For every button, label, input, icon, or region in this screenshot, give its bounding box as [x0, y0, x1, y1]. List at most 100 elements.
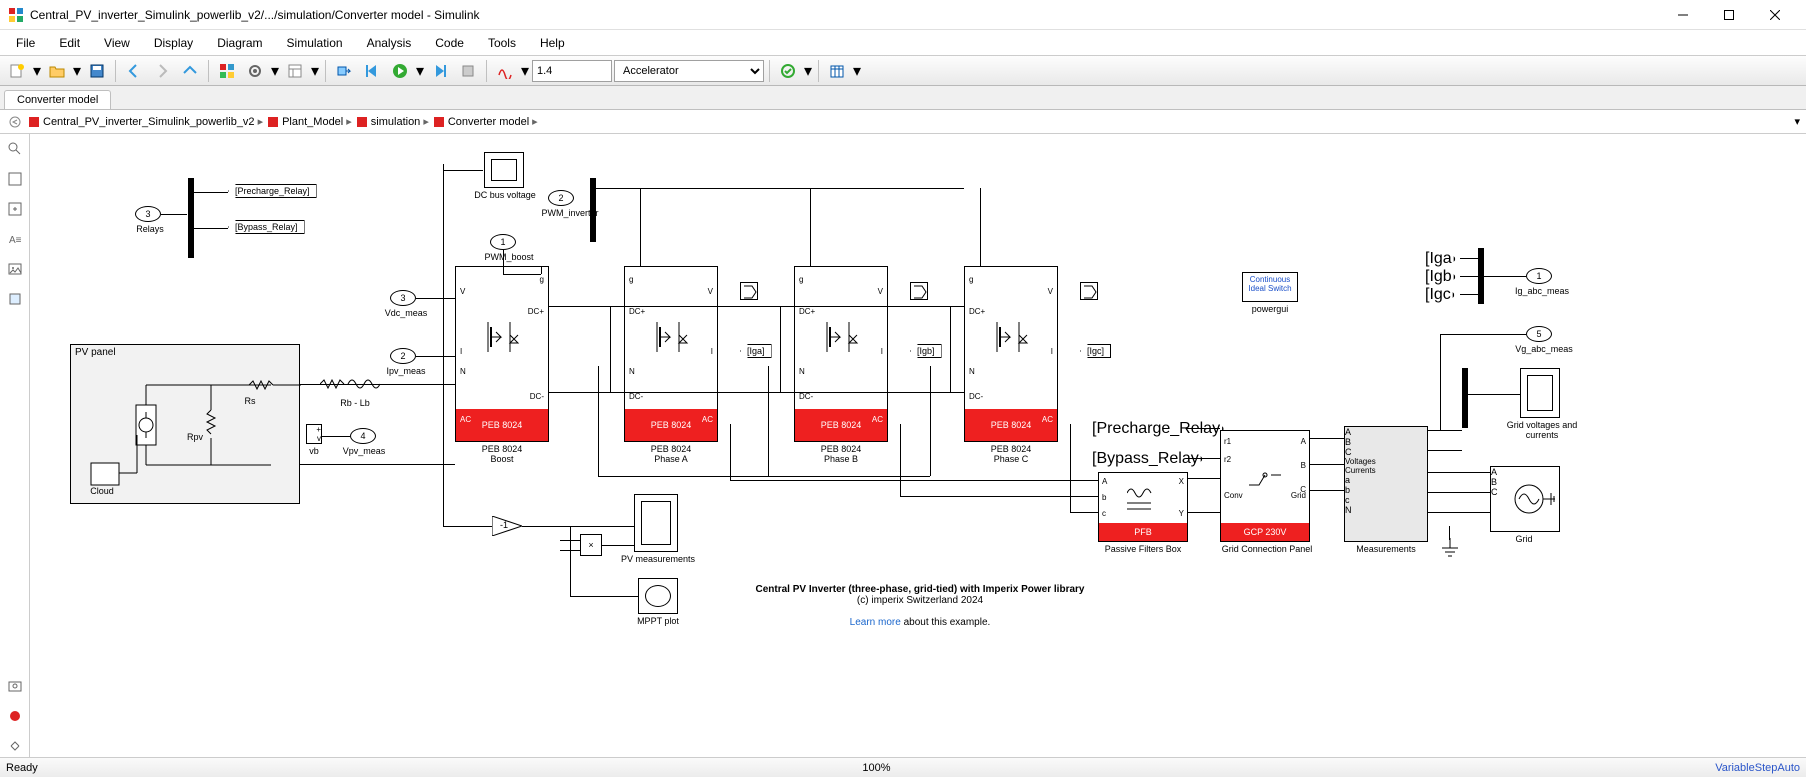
crumb-sim[interactable]: simulation▸	[356, 115, 429, 128]
block-peb-boost[interactable]: PEB 8024 V I N g DC+ DC- AC	[455, 266, 549, 442]
forward-button[interactable]	[149, 58, 175, 84]
menu-edit[interactable]: Edit	[47, 32, 92, 54]
status-solver[interactable]: VariableStepAuto	[1715, 762, 1800, 774]
outport-vg[interactable]: 5	[1526, 326, 1552, 342]
menu-simulation[interactable]: Simulation	[275, 32, 355, 54]
schedule-button[interactable]	[824, 58, 850, 84]
step-back-button[interactable]	[359, 58, 385, 84]
inport-pwm-inv[interactable]: 2	[548, 190, 574, 206]
scope-pv-meas[interactable]	[634, 494, 678, 552]
tab-converter-model[interactable]: Converter model	[4, 90, 111, 109]
block-peb-phase-b[interactable]: PEB 8024 g DC+ N DC- V I AC	[794, 266, 888, 442]
open-dropdown-icon[interactable]: ▾	[72, 58, 82, 84]
goto-bypass[interactable]: [Bypass_Relay]	[228, 220, 305, 234]
block-powergui[interactable]: ContinuousIdeal Switch	[1242, 272, 1298, 302]
minimize-button[interactable]	[1660, 0, 1706, 30]
status-zoom[interactable]: 100%	[862, 762, 890, 774]
menu-tools[interactable]: Tools	[476, 32, 528, 54]
scope-dcbus[interactable]	[484, 152, 524, 188]
product-block[interactable]: ×	[580, 534, 602, 556]
stop-time-input[interactable]	[532, 60, 612, 82]
learn-more-link[interactable]: Learn more	[850, 617, 901, 628]
outport-vpv[interactable]: 4	[350, 428, 376, 444]
hide-browser-icon[interactable]	[6, 113, 24, 131]
breadcrumb-menu-icon[interactable]: ▾	[1794, 115, 1800, 128]
block-pv-panel[interactable]: PV panel	[70, 344, 300, 504]
mux-grid-scope[interactable]	[1462, 368, 1468, 428]
block-grid[interactable]: A B C	[1490, 466, 1560, 532]
log-dropdown-icon[interactable]: ▾	[520, 58, 530, 84]
fit-selection-icon[interactable]	[4, 198, 26, 220]
crumb-plant[interactable]: Plant_Model▸	[267, 115, 352, 128]
screenshot-icon[interactable]	[4, 675, 26, 697]
menu-code[interactable]: Code	[423, 32, 476, 54]
menu-help[interactable]: Help	[528, 32, 577, 54]
block-pfb[interactable]: PFB A b c X Y	[1098, 472, 1188, 542]
image-icon[interactable]	[4, 258, 26, 280]
block-gcp[interactable]: GCP 230V r1 r2 Conv A B C Grid	[1220, 430, 1310, 542]
model-explorer-button[interactable]	[282, 58, 308, 84]
goto-igb[interactable]: [Igb]	[910, 344, 942, 358]
annotate-icon[interactable]: A≡	[4, 228, 26, 250]
zoom-icon[interactable]	[4, 138, 26, 160]
from-iga[interactable]: [Iga]	[1425, 250, 1456, 268]
inport-relays[interactable]: 3	[135, 206, 161, 222]
build-dropdown-icon[interactable]: ▾	[803, 58, 813, 84]
config-dropdown-icon[interactable]: ▾	[270, 58, 280, 84]
signal-log-button[interactable]	[492, 58, 518, 84]
block-measurements[interactable]: A B C Voltages Currents a b c N	[1344, 426, 1428, 542]
back-button[interactable]	[121, 58, 147, 84]
from-igb[interactable]: [Igb]	[1425, 268, 1456, 286]
scope-mppt[interactable]	[638, 578, 678, 614]
goto-igc[interactable]: [Igc]	[1080, 344, 1111, 358]
up-button[interactable]	[177, 58, 203, 84]
terminator-vb[interactable]	[910, 282, 928, 300]
crumb-conv[interactable]: Converter model▸	[433, 115, 538, 128]
menu-file[interactable]: File	[4, 32, 47, 54]
inport-pwm-boost[interactable]: 1	[490, 234, 516, 250]
outport-ipv[interactable]: 2	[390, 348, 416, 364]
area-icon[interactable]	[4, 288, 26, 310]
terminator-va[interactable]	[740, 282, 758, 300]
step-forward-button[interactable]	[427, 58, 453, 84]
from-precharge[interactable]: [Precharge_Relay]	[1092, 420, 1225, 438]
block-vb[interactable]: +v	[306, 424, 322, 444]
from-igc[interactable]: [Igc]	[1425, 286, 1455, 304]
menu-analysis[interactable]: Analysis	[355, 32, 424, 54]
model-config-button[interactable]	[242, 58, 268, 84]
new-model-button[interactable]	[4, 58, 30, 84]
canvas[interactable]: PV panel Cloud Rpv Rs 3 Relays	[30, 134, 1806, 757]
ground-icon[interactable]	[1440, 538, 1460, 562]
crumb-root[interactable]: Central_PV_inverter_Simulink_powerlib_v2…	[28, 115, 263, 128]
scope-grid[interactable]	[1520, 368, 1560, 418]
save-button[interactable]	[84, 58, 110, 84]
from-bypass[interactable]: [Bypass_Relay]	[1092, 450, 1203, 468]
maximize-button[interactable]	[1706, 0, 1752, 30]
schedule-dropdown-icon[interactable]: ▾	[852, 58, 862, 84]
menu-view[interactable]: View	[92, 32, 142, 54]
menu-diagram[interactable]: Diagram	[205, 32, 274, 54]
run-dropdown-icon[interactable]: ▾	[415, 58, 425, 84]
build-button[interactable]	[775, 58, 801, 84]
record-icon[interactable]	[4, 705, 26, 727]
goto-iga[interactable]: [Iga]	[740, 344, 772, 358]
sim-mode-select[interactable]: Accelerator	[614, 60, 764, 82]
expand-icon[interactable]	[4, 735, 26, 757]
menu-display[interactable]: Display	[142, 32, 205, 54]
block-peb-phase-c[interactable]: PEB 8024 g DC+ N DC- V I AC	[964, 266, 1058, 442]
demux-relays[interactable]	[188, 178, 194, 258]
block-peb-phase-a[interactable]: PEB 8024 g DC+ N DC- V I AC	[624, 266, 718, 442]
close-button[interactable]	[1752, 0, 1798, 30]
library-browser-button[interactable]	[214, 58, 240, 84]
terminator-vc[interactable]	[1080, 282, 1098, 300]
open-button[interactable]	[44, 58, 70, 84]
stop-button[interactable]	[455, 58, 481, 84]
goto-precharge[interactable]: [Precharge_Relay]	[228, 184, 317, 198]
explorer-dropdown-icon[interactable]: ▾	[310, 58, 320, 84]
run-button[interactable]	[387, 58, 413, 84]
outport-ig[interactable]: 1	[1526, 268, 1552, 284]
outport-vdc[interactable]: 3	[390, 290, 416, 306]
new-dropdown-icon[interactable]: ▾	[32, 58, 42, 84]
update-diagram-button[interactable]	[331, 58, 357, 84]
fit-icon[interactable]	[4, 168, 26, 190]
